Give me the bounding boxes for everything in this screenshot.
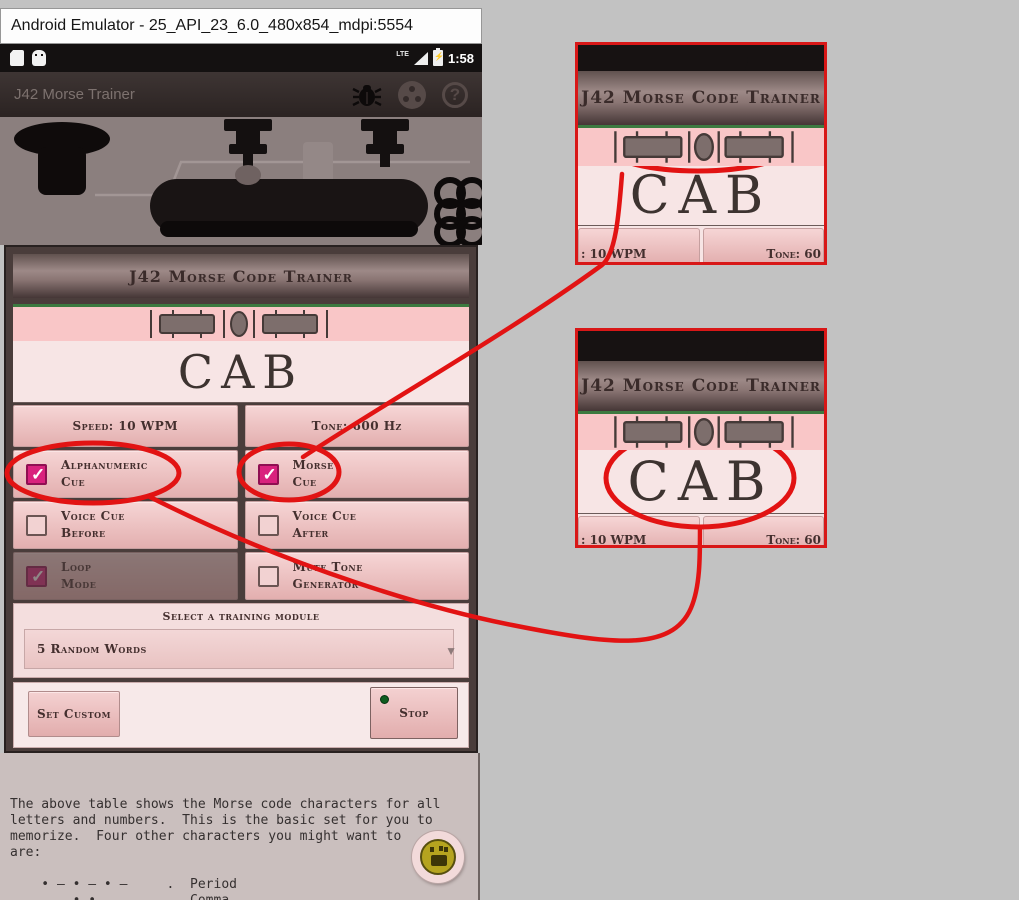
app-title: J42 Morse Trainer xyxy=(14,86,135,103)
callout-cue-text: CAB xyxy=(578,450,824,514)
checkbox-box[interactable] xyxy=(257,514,279,536)
checkbox-voice-cue-before[interactable]: Voice Cue Before xyxy=(13,501,238,549)
training-module-section: Select a training module 5 Random Words … xyxy=(13,603,469,678)
window-title: Android Emulator - 25_API_23_6.0_480x854… xyxy=(11,17,414,34)
bug-icon[interactable] xyxy=(352,80,382,110)
morse-help-text: The above table shows the Morse code cha… xyxy=(10,797,441,900)
callout-tone-button: Tone: 60 xyxy=(702,228,824,262)
checkbox-morse-cue[interactable]: Morse Cue xyxy=(244,450,469,498)
network-type-label: LTE xyxy=(396,50,409,58)
android-emulator-window: Android Emulator - 25_API_23_6.0_480x854… xyxy=(0,0,482,900)
callout-speed-button: : 10 WPM xyxy=(578,516,700,545)
status-clock: 1:58 xyxy=(447,50,474,66)
callout-morse-strip xyxy=(578,414,824,450)
help-icon[interactable]: ? xyxy=(442,81,468,108)
checkbox-voice-cue-after[interactable]: Voice Cue After xyxy=(244,501,469,549)
callout-tone-button: Tone: 60 xyxy=(702,516,824,545)
morse-pattern-graphic xyxy=(150,310,328,338)
android-status-bar: LTE 1:58 xyxy=(0,44,482,72)
speed-button[interactable]: Speed: 10 WPM xyxy=(13,405,238,447)
callout-dark-band xyxy=(578,45,824,85)
stop-button[interactable]: Stop xyxy=(370,687,458,739)
cue-text-display: CAB xyxy=(13,341,469,403)
morse-pattern-graphic xyxy=(614,416,794,448)
dialog-button-bar: Set Custom Stop xyxy=(13,682,469,748)
checkbox-box[interactable] xyxy=(257,463,279,485)
telegraph-key-illustration xyxy=(0,117,482,245)
telegraph-key-graphic xyxy=(14,119,482,245)
checkbox-alphanumeric-cue[interactable]: Alphanumeric Cue xyxy=(13,450,238,498)
module-select-label: Select a training module xyxy=(162,610,320,623)
checkbox-box[interactable] xyxy=(26,463,47,485)
trainer-dialog: J42 Morse Code Trainer CAB Speed: 10 WPM… xyxy=(4,245,478,753)
window-titlebar[interactable]: Android Emulator - 25_API_23_6.0_480x854… xyxy=(0,8,482,44)
module-selected-value: 5 Random Words xyxy=(37,642,147,656)
mascot-icon xyxy=(420,839,456,875)
callout-title: J42 Morse Code Trainer xyxy=(578,361,824,411)
dialog-title: J42 Morse Code Trainer xyxy=(13,254,469,298)
callout-title: J42 Morse Code Trainer xyxy=(578,71,824,125)
usb-debug-icon xyxy=(32,50,46,66)
callout-dark-band xyxy=(578,331,824,375)
training-module-dropdown[interactable]: 5 Random Words ▼ xyxy=(24,629,457,669)
morse-pattern-graphic xyxy=(614,131,794,163)
morse-symbol-strip xyxy=(13,307,469,341)
tone-button[interactable]: Tone: 600 Hz xyxy=(244,405,469,447)
running-indicator-dot xyxy=(380,695,389,704)
checkbox-box[interactable] xyxy=(26,514,47,536)
help-text-panel[interactable]: The above table shows the Morse code cha… xyxy=(0,753,480,900)
screenshot-root: Android Emulator - 25_API_23_6.0_480x854… xyxy=(0,0,1019,900)
callout-speed-button: : 10 WPM xyxy=(578,228,700,262)
mascot-fab-button[interactable] xyxy=(412,831,464,883)
checkbox-mute-tone-generator[interactable]: Mute Tone Generator xyxy=(244,552,469,600)
signal-strength-icon xyxy=(413,51,428,65)
checkbox-box[interactable] xyxy=(257,565,279,587)
chevron-down-icon: ▼ xyxy=(445,644,457,658)
callout-cue-text: CAB xyxy=(578,166,824,226)
callout-morse-cue-zoom: J42 Morse Code Trainer CAB : 10 WPM Tone… xyxy=(575,42,827,265)
record-menu-icon[interactable] xyxy=(398,80,426,109)
sdcard-icon xyxy=(10,50,24,66)
callout-morse-strip xyxy=(578,128,824,166)
set-custom-button[interactable]: Set Custom xyxy=(28,691,120,737)
callout-alphanumeric-cue-zoom: J42 Morse Code Trainer CAB : 10 WPM Tone… xyxy=(575,328,827,548)
checkbox-box xyxy=(26,565,47,587)
checkbox-loop-mode: Loop Mode xyxy=(13,552,238,600)
app-toolbar: J42 Morse Trainer ? xyxy=(0,72,482,117)
battery-charging-icon xyxy=(432,48,444,66)
